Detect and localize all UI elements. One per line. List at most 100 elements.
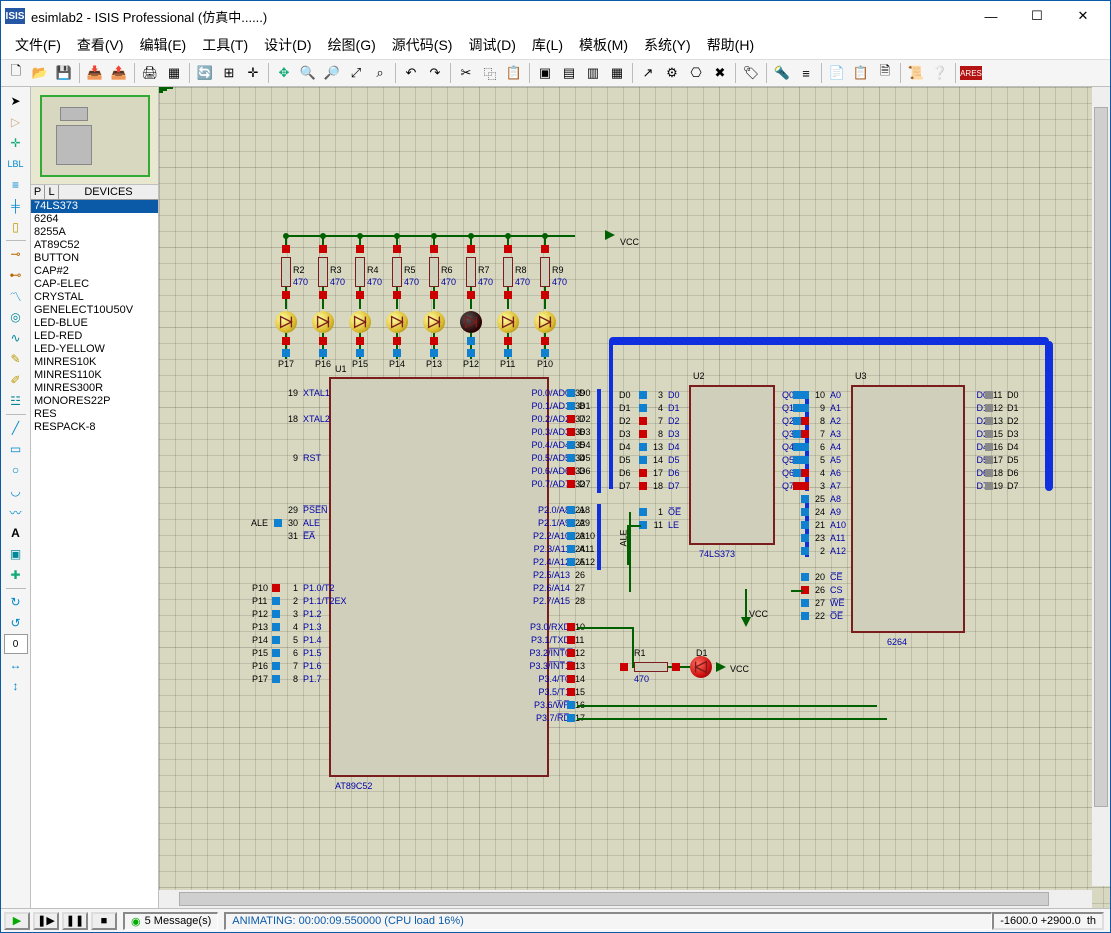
device-item[interactable]: CAP-ELEC	[31, 278, 158, 291]
device-item[interactable]: AT89C52	[31, 239, 158, 252]
marker-icon[interactable]: ✚	[4, 565, 28, 585]
export-icon[interactable]: 📤	[108, 62, 130, 84]
block-delete-icon[interactable]: ▦	[606, 62, 628, 84]
refresh-icon[interactable]: 🔄	[194, 62, 216, 84]
header-p[interactable]: P	[31, 185, 45, 199]
device-item[interactable]: BUTTON	[31, 252, 158, 265]
menu-item[interactable]: 模板(M)	[571, 32, 636, 58]
tape-icon[interactable]: ◎	[4, 307, 28, 327]
current-probe-icon[interactable]: ✐	[4, 370, 28, 390]
pause-button[interactable]: ❚❚	[62, 912, 88, 930]
scrollbar-vertical[interactable]	[1092, 87, 1110, 886]
device-item[interactable]: MINRES10K	[31, 356, 158, 369]
terminal-icon[interactable]: ⊸	[4, 244, 28, 264]
wire-label-icon[interactable]: 🏷	[740, 62, 762, 84]
angle-input[interactable]: 0	[4, 634, 28, 654]
circle-icon[interactable]: ○	[4, 460, 28, 480]
maximize-button[interactable]: ☐	[1014, 1, 1060, 31]
device-item[interactable]: MINRES300R	[31, 382, 158, 395]
pan-icon[interactable]: ✥	[273, 62, 295, 84]
device-pin-icon[interactable]: ⊷	[4, 265, 28, 285]
import-icon[interactable]: 📥	[84, 62, 106, 84]
property-icon[interactable]: ≡	[795, 62, 817, 84]
flip-v-icon[interactable]: ↕	[4, 676, 28, 696]
generator-icon[interactable]: ∿	[4, 328, 28, 348]
zoom-area-icon[interactable]: ⌕	[369, 62, 391, 84]
device-item[interactable]: LED-YELLOW	[31, 343, 158, 356]
device-item[interactable]: MONORES22P	[31, 395, 158, 408]
path-icon[interactable]: 〰	[4, 502, 28, 522]
device-item[interactable]: MINRES110K	[31, 369, 158, 382]
packaging-icon[interactable]: ⎔	[685, 62, 707, 84]
menu-item[interactable]: 帮助(H)	[699, 32, 762, 58]
block-copy-icon[interactable]: ▣	[534, 62, 556, 84]
bus-icon[interactable]: ╪	[4, 196, 28, 216]
print-area-icon[interactable]: ▦	[163, 62, 185, 84]
junction-icon[interactable]: ✛	[4, 133, 28, 153]
bom-icon[interactable]: 📄	[826, 62, 848, 84]
close-button[interactable]: ✕	[1060, 1, 1106, 31]
make-device-icon[interactable]: ⚙	[661, 62, 683, 84]
decompose-icon[interactable]: ✖	[709, 62, 731, 84]
menu-item[interactable]: 系统(Y)	[636, 32, 699, 58]
rotate-cw-icon[interactable]: ↻	[4, 592, 28, 612]
block-rotate-icon[interactable]: ▥	[582, 62, 604, 84]
menu-item[interactable]: 绘图(G)	[320, 32, 384, 58]
wire-label-icon[interactable]: LBL	[4, 154, 28, 174]
menu-item[interactable]: 编辑(E)	[132, 32, 195, 58]
menu-item[interactable]: 工具(T)	[194, 32, 256, 58]
rotate-ccw-icon[interactable]: ↺	[4, 613, 28, 633]
text-script-icon[interactable]: ≡	[4, 175, 28, 195]
ares-icon[interactable]: ARES	[960, 66, 982, 80]
origin-icon[interactable]: ✛	[242, 62, 264, 84]
preview-pane[interactable]	[31, 87, 158, 185]
selection-icon[interactable]: ➤	[4, 91, 28, 111]
paste-icon[interactable]: 📋	[503, 62, 525, 84]
schematic-canvas[interactable]: VCCR2470P17R3470P16R4470P15R5470P14R6470…	[159, 87, 1110, 908]
box-icon[interactable]: ▭	[4, 439, 28, 459]
menu-item[interactable]: 调试(D)	[460, 32, 523, 58]
voltage-probe-icon[interactable]: ✎	[4, 349, 28, 369]
component-icon[interactable]: ▷	[4, 112, 28, 132]
messages-status[interactable]: ◉ 5 Message(s)	[123, 912, 218, 930]
print-icon[interactable]: 🖨	[139, 62, 161, 84]
help-icon[interactable]: ❔	[929, 62, 951, 84]
device-item[interactable]: 6264	[31, 213, 158, 226]
menu-item[interactable]: 源代码(S)	[384, 32, 461, 58]
graph-icon[interactable]: 〽	[4, 286, 28, 306]
minimize-button[interactable]: —	[968, 1, 1014, 31]
zoom-out-icon[interactable]: 🔎	[321, 62, 343, 84]
step-button[interactable]: ❚▶	[33, 912, 59, 930]
zoom-all-icon[interactable]: ⤢	[345, 62, 367, 84]
device-item[interactable]: LED-RED	[31, 330, 158, 343]
device-item[interactable]: CRYSTAL	[31, 291, 158, 304]
save-icon[interactable]: 💾	[53, 62, 75, 84]
pick-icon[interactable]: ↗	[637, 62, 659, 84]
copy-icon[interactable]: ⿻	[479, 62, 501, 84]
device-item[interactable]: RESPACK-8	[31, 421, 158, 434]
text-icon[interactable]: A	[4, 523, 28, 543]
menu-item[interactable]: 设计(D)	[256, 32, 319, 58]
header-devices[interactable]: DEVICES	[59, 185, 158, 199]
stop-button[interactable]: ■	[91, 912, 117, 930]
zoom-in-icon[interactable]: 🔍	[297, 62, 319, 84]
open-icon[interactable]: 📂	[29, 62, 51, 84]
flip-h-icon[interactable]: ↔	[4, 655, 28, 675]
device-item[interactable]: 74LS373	[31, 200, 158, 213]
subcircuit-icon[interactable]: ▯	[4, 217, 28, 237]
script-icon[interactable]: 📜	[905, 62, 927, 84]
device-list[interactable]: 74LS37362648255AAT89C52BUTTONCAP#2CAP-EL…	[31, 200, 158, 908]
netlist-icon[interactable]: 🗎	[874, 62, 896, 84]
device-item[interactable]: LED-BLUE	[31, 317, 158, 330]
device-item[interactable]: RES	[31, 408, 158, 421]
cut-icon[interactable]: ✂	[455, 62, 477, 84]
menu-item[interactable]: 库(L)	[524, 32, 571, 58]
redo-icon[interactable]: ↷	[424, 62, 446, 84]
device-item[interactable]: GENELECT10U50V	[31, 304, 158, 317]
symbol-icon[interactable]: ▣	[4, 544, 28, 564]
instrument-icon[interactable]: ☳	[4, 391, 28, 411]
line-icon[interactable]: ╱	[4, 418, 28, 438]
device-item[interactable]: 8255A	[31, 226, 158, 239]
block-move-icon[interactable]: ▤	[558, 62, 580, 84]
undo-icon[interactable]: ↶	[400, 62, 422, 84]
